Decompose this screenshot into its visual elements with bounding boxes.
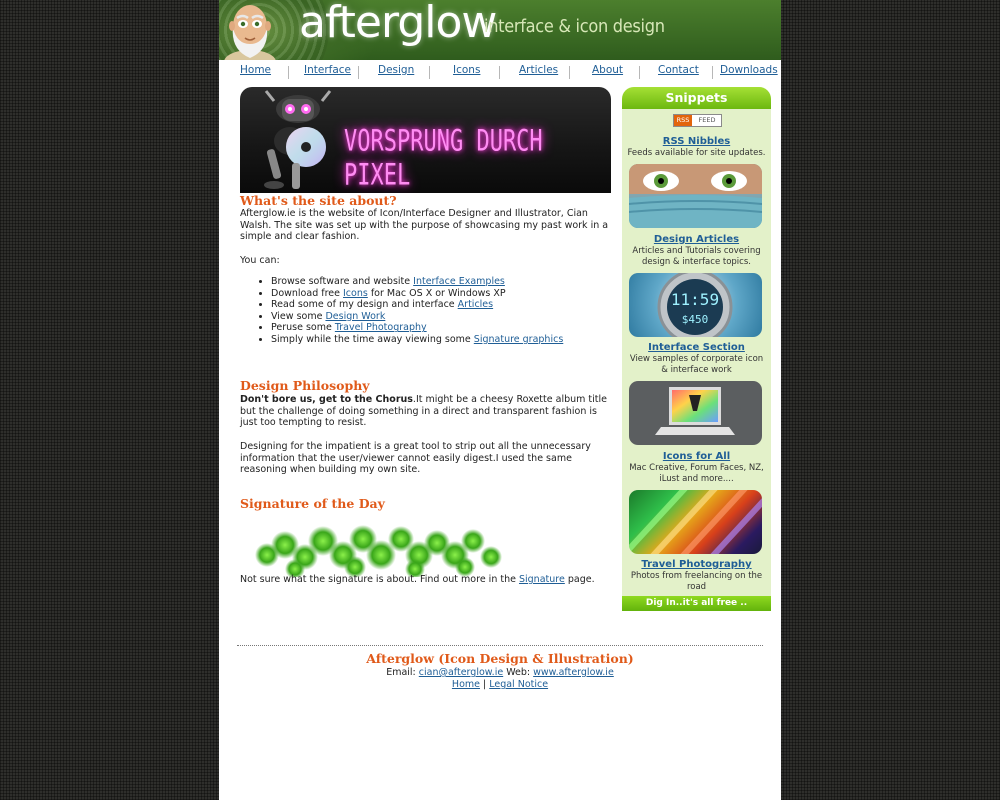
sidebar-rss-desc: Feeds available for site updates. <box>627 148 766 158</box>
clock-price: $450 <box>682 313 709 326</box>
page-container: afterglow interface & icon design Home I… <box>219 0 781 800</box>
sidebar-interface-section-link[interactable]: Interface Section <box>622 342 771 353</box>
design-work-link[interactable]: Design Work <box>325 311 385 322</box>
footer-web-link[interactable]: www.afterglow.ie <box>533 667 614 678</box>
list-item: Browse software and website Interface Ex… <box>271 276 563 288</box>
about-intro: Afterglow.ie is the website of Icon/Inte… <box>240 208 609 243</box>
list-item: Read some of my design and interface Art… <box>271 299 563 311</box>
design-articles-thumbnail[interactable] <box>629 164 762 228</box>
nav-divider <box>712 66 713 79</box>
snippets-sidebar: Snippets RSS FEED RSS Nibbles Feeds avai… <box>622 87 771 611</box>
nav-divider <box>288 66 289 79</box>
footer-divider <box>237 645 763 646</box>
nav-divider <box>499 66 500 79</box>
nav-downloads[interactable]: Downloads <box>720 64 778 76</box>
feed-label: FEED <box>698 116 716 124</box>
about-heading: What's the site about? <box>240 193 397 208</box>
footer-contact: Email: cian@afterglow.ie Web: www.afterg… <box>386 667 614 678</box>
eyes-icon <box>629 164 762 228</box>
philosophy-paragraph-1: Don't bore us, get to the Chorus.It migh… <box>240 394 615 429</box>
signature-image <box>255 525 502 577</box>
nav-divider <box>569 66 570 79</box>
icons-link[interactable]: Icons <box>343 288 368 299</box>
articles-link[interactable]: Articles <box>458 299 493 310</box>
site-tagline: interface & icon design <box>484 16 665 37</box>
nav-contact[interactable]: Contact <box>658 64 699 76</box>
mascot-avatar-icon <box>224 5 276 60</box>
footer-links: Home | Legal Notice <box>451 679 549 690</box>
sidebar-travel-photography-link[interactable]: Travel Photography <box>622 559 771 570</box>
about-list: Browse software and website Interface Ex… <box>255 276 563 346</box>
footer-title: Afterglow (Icon Design & Illustration) <box>366 651 634 666</box>
travel-photography-thumbnail[interactable] <box>629 490 762 554</box>
nav-home[interactable]: Home <box>240 64 271 76</box>
clock-time: 11:59 <box>671 290 719 309</box>
main-nav: Home Interface Design Icons Articles Abo… <box>219 60 781 82</box>
site-logo-text[interactable]: afterglow <box>299 0 497 48</box>
robot-icon <box>264 90 332 189</box>
clock-icon: 11:59 $450 <box>657 273 733 337</box>
footer-email-link[interactable]: cian@afterglow.ie <box>419 667 503 678</box>
you-can-label: You can: <box>240 255 280 266</box>
icons-for-all-thumbnail[interactable] <box>629 381 762 445</box>
philosophy-heading: Design Philosophy <box>240 378 370 393</box>
nav-design[interactable]: Design <box>378 64 414 76</box>
light-streaks-icon <box>629 490 762 554</box>
list-item: Download free Icons for Mac OS X or Wind… <box>271 288 563 300</box>
list-item: View some Design Work <box>271 311 563 323</box>
list-item: Peruse some Travel Photography <box>271 322 563 334</box>
signature-link[interactable]: Signature <box>519 574 565 585</box>
sidebar-travel-photography-desc: Photos from freelancing on the road <box>630 571 763 592</box>
sidebar-footer: Dig In..it's all free .. <box>622 596 771 611</box>
interface-section-thumbnail[interactable]: 11:59 $450 <box>629 273 762 337</box>
sidebar-interface-section-desc: View samples of corporate icon & interfa… <box>629 354 764 375</box>
hero-banner: VORSPRUNG DURCH PIXEL <box>240 87 611 193</box>
philosophy-paragraph-2: Designing for the impatient is a great t… <box>240 441 591 476</box>
travel-photography-link[interactable]: Travel Photography <box>335 322 427 333</box>
nav-interface[interactable]: Interface <box>304 64 351 76</box>
nav-divider <box>358 66 359 79</box>
sidebar-icons-for-all-link[interactable]: Icons for All <box>622 451 771 462</box>
philosophy-bold: Don't bore us, get to the Chorus <box>240 394 413 405</box>
sidebar-design-articles-link[interactable]: Design Articles <box>622 234 771 245</box>
nav-icons[interactable]: Icons <box>453 64 480 76</box>
interface-examples-link[interactable]: Interface Examples <box>413 276 505 287</box>
nav-divider <box>639 66 640 79</box>
signature-text: Not sure what the signature is about. Fi… <box>240 574 595 585</box>
sidebar-design-articles-desc: Articles and Tutorials covering design &… <box>632 246 761 267</box>
site-header: afterglow interface & icon design <box>219 0 781 60</box>
rss-feed-badge[interactable]: RSS FEED <box>673 114 722 127</box>
rss-label: RSS <box>674 115 692 126</box>
nav-about[interactable]: About <box>592 64 623 76</box>
nav-divider <box>429 66 430 79</box>
laptop-icon <box>655 387 735 435</box>
footer-legal-link[interactable]: Legal Notice <box>489 679 548 690</box>
footer-home-link[interactable]: Home <box>452 679 480 690</box>
nav-articles[interactable]: Articles <box>519 64 558 76</box>
signature-heading: Signature of the Day <box>240 496 385 511</box>
sidebar-title: Snippets <box>622 87 771 109</box>
list-item: Simply while the time away viewing some … <box>271 334 563 346</box>
sidebar-icons-for-all-desc: Mac Creative, Forum Faces, NZ, iLust and… <box>629 463 764 484</box>
banner-slogan: VORSPRUNG DURCH PIXEL <box>344 125 543 193</box>
signature-graphics-link[interactable]: Signature graphics <box>474 334 563 345</box>
sidebar-rss-nibbles-link[interactable]: RSS Nibbles <box>622 136 771 147</box>
